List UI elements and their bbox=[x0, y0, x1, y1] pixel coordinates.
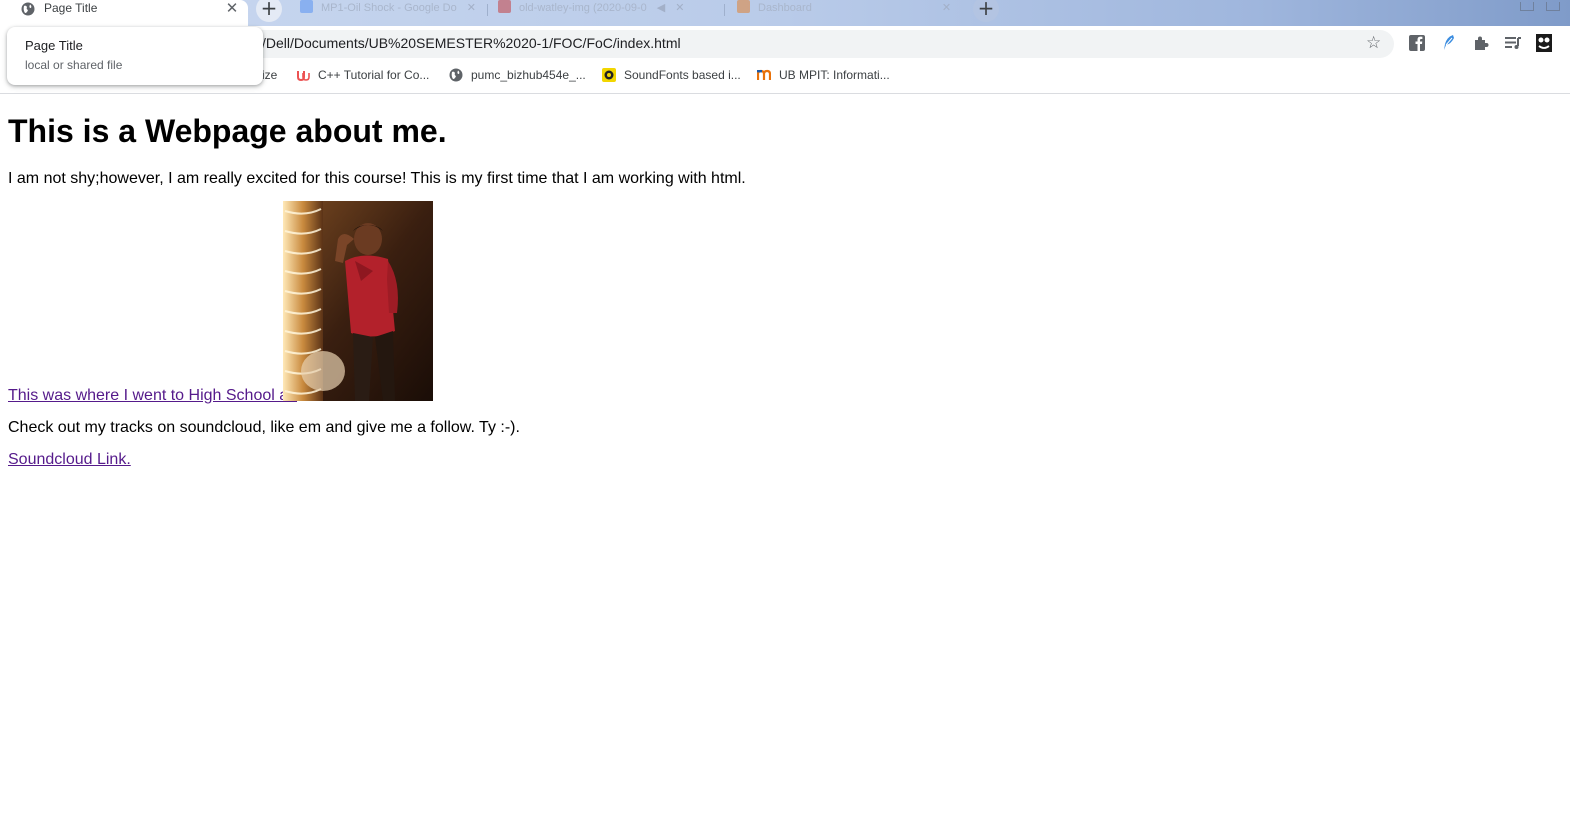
web-page: This is a Webpage about me. I am not shy… bbox=[0, 95, 1570, 827]
bookmark-label: ize bbox=[262, 68, 278, 82]
background-tab[interactable]: MP1-Oil Shock - Google Do ✕ bbox=[300, 0, 476, 20]
maximize-button[interactable] bbox=[1546, 2, 1560, 11]
hover-card-subtitle: local or shared file bbox=[25, 58, 123, 72]
globe-icon bbox=[449, 68, 463, 82]
tab-close-icon[interactable]: ✕ bbox=[675, 2, 684, 14]
page-heading: This is a Webpage about me. bbox=[8, 113, 447, 149]
soundcloud-paragraph: Check out my tracks on soundcloud, like … bbox=[8, 419, 520, 436]
minimize-button[interactable] bbox=[1520, 2, 1534, 11]
udemy-icon bbox=[297, 71, 310, 82]
globe-icon bbox=[21, 2, 35, 16]
image-icon bbox=[498, 0, 511, 13]
background-tab-label: old-watley-img (2020-09-0 bbox=[519, 2, 647, 14]
bookmark-item[interactable]: pumc_bizhub454e_... bbox=[449, 68, 586, 86]
tab-hover-card: Page Title local or shared file bbox=[7, 27, 263, 85]
facebook-icon[interactable] bbox=[1407, 33, 1427, 53]
new-tab-button[interactable]: + bbox=[256, 0, 282, 22]
hover-card-title: Page Title bbox=[25, 38, 83, 53]
new-tab-button[interactable]: + bbox=[973, 0, 999, 22]
high-school-link[interactable]: This was where I went to High School at. bbox=[8, 387, 297, 405]
reading-list-icon[interactable] bbox=[1503, 33, 1523, 53]
bookmark-star-icon[interactable]: ☆ bbox=[1366, 33, 1381, 53]
docs-icon bbox=[300, 0, 313, 13]
soundfont-icon bbox=[602, 68, 616, 82]
m-logo-icon bbox=[757, 69, 771, 80]
soundcloud-link[interactable]: Soundcloud Link. bbox=[8, 451, 131, 469]
bookmark-label: UB MPIT: Informati... bbox=[779, 68, 890, 82]
background-tab-label: MP1-Oil Shock - Google Do bbox=[321, 2, 457, 14]
bookmark-item[interactable]: C++ Tutorial for Co... bbox=[296, 68, 429, 86]
background-tab-label: Dashboard bbox=[758, 2, 812, 14]
bookmark-item[interactable]: UB MPIT: Informati... bbox=[757, 68, 890, 86]
feather-icon[interactable] bbox=[1439, 33, 1459, 53]
dashboard-icon bbox=[737, 0, 750, 13]
window-controls bbox=[1508, 0, 1560, 15]
bookmark-label: C++ Tutorial for Co... bbox=[318, 68, 430, 82]
tab-separator bbox=[724, 4, 725, 16]
bookmark-label: pumc_bizhub454e_... bbox=[471, 68, 586, 82]
puzzle-icon[interactable] bbox=[1471, 33, 1491, 53]
background-tab[interactable]: Dashboard ✕ bbox=[737, 0, 951, 20]
tab-strip: Page Title ✕ + MP1-Oil Shock - Google Do… bbox=[0, 0, 1570, 26]
bookmark-label: SoundFonts based i... bbox=[624, 68, 741, 82]
tab-title: Page Title bbox=[44, 1, 98, 15]
intro-paragraph: I am not shy;however, I am really excite… bbox=[8, 170, 746, 187]
tab-close-icon[interactable]: ✕ bbox=[224, 0, 240, 17]
tab-separator bbox=[487, 4, 488, 16]
tab-audio-icon: ◀ bbox=[656, 2, 666, 14]
tab-active[interactable]: Page Title ✕ bbox=[0, 0, 248, 26]
tab-close-icon[interactable]: ✕ bbox=[467, 2, 476, 14]
avatar-icon[interactable] bbox=[1534, 33, 1554, 53]
bookmark-item[interactable]: ize bbox=[262, 68, 277, 86]
address-url[interactable]: /Dell/Documents/UB%20SEMESTER%2020-1/FOC… bbox=[262, 35, 681, 51]
address-bar[interactable]: /Dell/Documents/UB%20SEMESTER%2020-1/FOC… bbox=[120, 30, 1394, 58]
bookmark-item[interactable]: SoundFonts based i... bbox=[602, 68, 741, 86]
tab-close-icon[interactable]: ✕ bbox=[942, 2, 951, 14]
portrait-photo bbox=[283, 201, 433, 401]
background-tab[interactable]: old-watley-img (2020-09-0 ◀ ✕ bbox=[498, 0, 684, 20]
